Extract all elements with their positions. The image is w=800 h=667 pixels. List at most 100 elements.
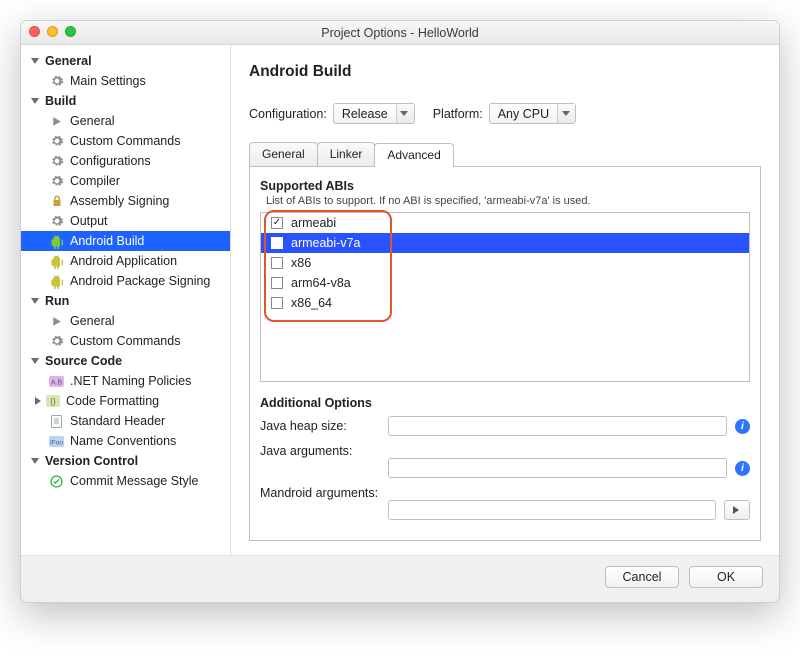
sidebar-item-code-formatting[interactable]: {}Code Formatting — [21, 391, 230, 411]
chevron-down-icon — [396, 104, 414, 123]
configuration-label: Configuration: — [249, 107, 327, 121]
sidebar: General Main Settings Build General Custom C… — [21, 45, 231, 555]
sidebar-item-android-application[interactable]: Android Application — [21, 251, 230, 271]
checkbox[interactable] — [271, 257, 283, 269]
java-heap-label: Java heap size: — [260, 419, 380, 433]
tabbar: GeneralLinkerAdvanced — [249, 142, 761, 167]
abi-row-armeabi-v7a[interactable]: ✓armeabi-v7a — [261, 233, 749, 253]
sidebar-item-android-package-signing[interactable]: Android Package Signing — [21, 271, 230, 291]
sidebar-section-run[interactable]: Run — [21, 291, 230, 311]
sidebar-item-label: Android Package Signing — [70, 274, 210, 288]
sidebar-item-label: General — [70, 314, 114, 328]
chevron-down-icon — [31, 358, 39, 364]
abi-label: x86 — [291, 256, 311, 270]
sidebar-section-general[interactable]: General — [21, 51, 230, 71]
android-yellow-icon — [49, 254, 64, 269]
sidebar-item-label: Custom Commands — [70, 134, 180, 148]
info-icon[interactable]: i — [735, 461, 750, 476]
titlebar: Project Options - HelloWorld — [21, 21, 779, 45]
abi-label: x86_64 — [291, 296, 332, 310]
check-icon — [49, 474, 64, 489]
abi-row-x86[interactable]: x86 — [261, 253, 749, 273]
configuration-select[interactable]: Release — [333, 103, 415, 124]
sidebar-section-build[interactable]: Build — [21, 91, 230, 111]
gear-icon — [49, 334, 64, 349]
config-row: Configuration: Release Platform: Any CPU — [249, 103, 761, 124]
mandroid-run-button[interactable] — [724, 500, 750, 520]
sidebar-item-label: Configurations — [70, 154, 151, 168]
play-icon — [49, 114, 64, 129]
sidebar-item-output[interactable]: Output — [21, 211, 230, 231]
ok-button[interactable]: OK — [689, 566, 763, 588]
zoom-icon[interactable] — [65, 26, 76, 37]
sidebar-item--net-naming-policies[interactable]: A.B.NET Naming Policies — [21, 371, 230, 391]
chevron-down-icon — [31, 458, 39, 464]
checkbox[interactable] — [271, 277, 283, 289]
sidebar-item-name-conventions[interactable]: IFoo Name Conventions — [21, 431, 230, 451]
tab-advanced[interactable]: Advanced — [374, 143, 453, 167]
android-yellow-icon — [49, 274, 64, 289]
info-icon[interactable]: i — [735, 419, 750, 434]
tab-linker[interactable]: Linker — [317, 142, 376, 166]
sidebar-item-label: General — [70, 114, 114, 128]
tag-icon: IFoo — [49, 434, 64, 449]
abi-row-armeabi[interactable]: ✓ armeabi — [261, 213, 749, 233]
dialog-footer: Cancel OK — [21, 555, 779, 602]
gear-icon — [49, 214, 64, 229]
minimize-icon[interactable] — [47, 26, 58, 37]
supported-abis-hint: List of ABIs to support. If no ABI is sp… — [266, 195, 750, 207]
sidebar-item-label: Android Application — [70, 254, 177, 268]
gear-icon — [49, 174, 64, 189]
gear-icon — [49, 134, 64, 149]
sidebar-item-general[interactable]: General — [21, 111, 230, 131]
sidebar-item-label: Standard Header — [70, 414, 165, 428]
platform-label: Platform: — [433, 107, 483, 121]
chevron-down-icon — [31, 58, 39, 64]
mandroid-args-input[interactable] — [388, 500, 716, 520]
checkbox[interactable] — [271, 297, 283, 309]
sidebar-item-label: Name Conventions — [70, 434, 176, 448]
sidebar-section-version-control[interactable]: Version Control — [21, 451, 230, 471]
abi-list[interactable]: ✓ armeabi ✓armeabi-v7a x86 arm64-v8a x86_64 — [260, 212, 750, 382]
java-args-label: Java arguments: — [260, 442, 380, 458]
tab-general[interactable]: General — [249, 142, 318, 166]
close-icon[interactable] — [29, 26, 40, 37]
gear-icon — [49, 74, 64, 89]
chevron-down-icon — [557, 104, 575, 123]
gear-icon — [49, 154, 64, 169]
sidebar-item-main-settings[interactable]: Main Settings — [21, 71, 230, 91]
chevron-down-icon — [31, 298, 39, 304]
sidebar-item-compiler[interactable]: Compiler — [21, 171, 230, 191]
doc-icon — [49, 414, 64, 429]
sidebar-item-custom-commands[interactable]: Custom Commands — [21, 131, 230, 151]
sidebar-item-label: Output — [70, 214, 108, 228]
java-heap-input[interactable] — [388, 416, 727, 436]
supported-abis-title: Supported ABIs — [260, 179, 750, 193]
sidebar-item-label: Main Settings — [70, 74, 146, 88]
tab-advanced-content: Supported ABIs List of ABIs to support. … — [249, 167, 761, 541]
sidebar-item-label: Assembly Signing — [70, 194, 169, 208]
abi-row-arm64-v8a[interactable]: arm64-v8a — [261, 273, 749, 293]
sidebar-section-source-code[interactable]: Source Code — [21, 351, 230, 371]
abi-label: armeabi — [291, 216, 336, 230]
java-args-input[interactable] — [388, 458, 727, 478]
mandroid-args-label: Mandroid arguments: — [260, 484, 380, 500]
platform-select[interactable]: Any CPU — [489, 103, 576, 124]
sidebar-item-assembly-signing[interactable]: Assembly Signing — [21, 191, 230, 211]
sidebar-item-general[interactable]: General — [21, 311, 230, 331]
sidebar-item-standard-header[interactable]: Standard Header — [21, 411, 230, 431]
svg-text:{}: {} — [50, 397, 56, 406]
sidebar-item-label: Compiler — [70, 174, 120, 188]
sidebar-item-android-build[interactable]: Android Build — [21, 231, 230, 251]
sidebar-item-label: Commit Message Style — [70, 474, 199, 488]
sidebar-item-commit-message-style[interactable]: Commit Message Style — [21, 471, 230, 491]
sidebar-item-configurations[interactable]: Configurations — [21, 151, 230, 171]
sidebar-item-custom-commands[interactable]: Custom Commands — [21, 331, 230, 351]
play-icon — [49, 314, 64, 329]
cancel-button[interactable]: Cancel — [605, 566, 679, 588]
abi-row-x86-64[interactable]: x86_64 — [261, 293, 749, 313]
checkbox[interactable]: ✓ — [271, 217, 283, 229]
svg-text:IFoo: IFoo — [50, 439, 63, 446]
checkbox[interactable]: ✓ — [271, 237, 283, 249]
window-title: Project Options - HelloWorld — [321, 26, 478, 40]
